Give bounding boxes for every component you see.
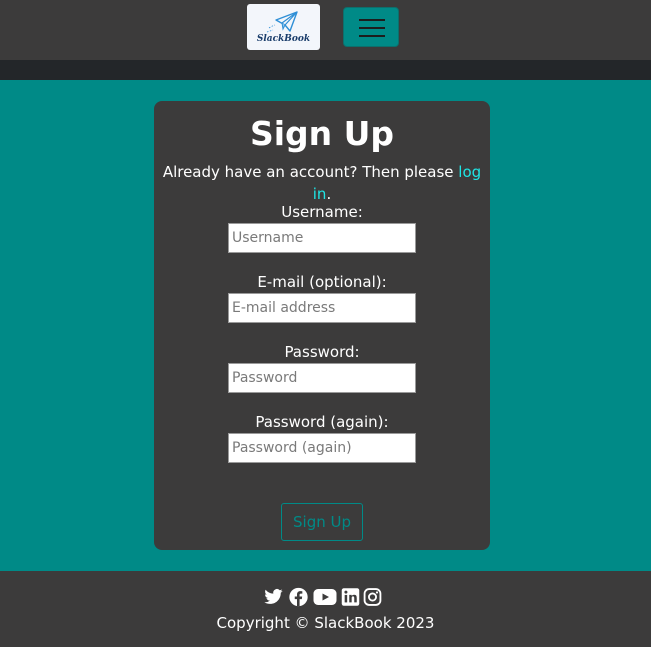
login-prompt-text: Already have an account? Then please [162,163,459,181]
login-prompt-end: . [326,185,332,203]
username-input[interactable] [228,223,416,253]
username-label: Username: [281,203,363,221]
instagram-icon[interactable] [362,587,383,607]
signup-card: Sign Up Already have an account? Then pl… [154,101,490,550]
navbar-toggle-button[interactable] [343,7,399,47]
social-links [263,587,383,607]
navbar: SlackBook [0,0,651,60]
logo-text: SlackBook [256,34,311,44]
email-label: E-mail (optional): [257,273,387,291]
footer: Copyright © SlackBook 2023 [0,571,651,647]
slackbook-logo[interactable]: SlackBook [247,4,320,50]
linkedin-icon[interactable] [340,587,361,607]
password-label: Password: [284,343,360,361]
hamburger-menu-icon [359,35,385,37]
hamburger-menu-icon [359,27,385,29]
page-title: Sign Up [249,114,395,153]
email-input[interactable] [228,293,416,323]
youtube-icon[interactable] [313,587,337,607]
copyright-text: Copyright © SlackBook 2023 [216,614,435,632]
facebook-icon[interactable] [288,587,309,607]
navbar-underline [0,60,651,80]
password-again-input[interactable] [228,433,416,463]
signup-button[interactable]: Sign Up [281,503,363,541]
login-prompt: Already have an account? Then please log… [154,161,490,205]
password-again-label: Password (again): [255,413,389,431]
hamburger-menu-icon [359,19,385,21]
password-input[interactable] [228,363,416,393]
twitter-icon[interactable] [263,587,284,607]
